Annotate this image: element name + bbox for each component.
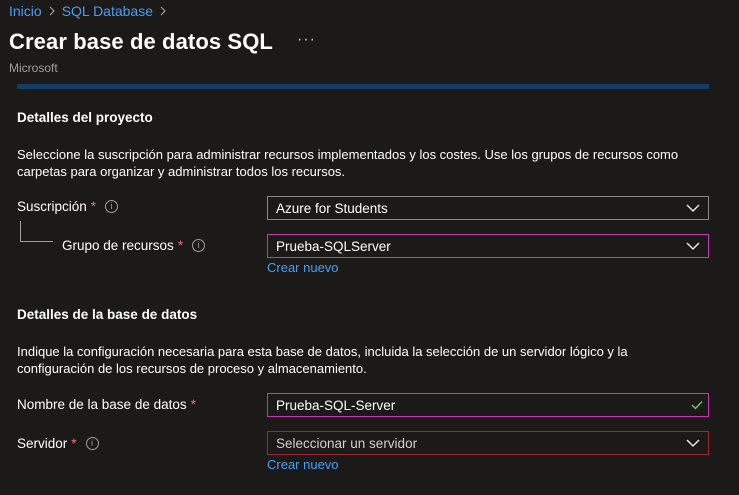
breadcrumb: Inicio SQL Database: [9, 2, 173, 20]
project-details-description: Seleccione la suscripción para administr…: [17, 147, 679, 179]
subscription-label-text: Suscripción: [17, 199, 87, 214]
database-name-label: Nombre de la base de datos *: [17, 397, 196, 412]
checkmark-icon: [691, 401, 703, 410]
database-details-heading: Detalles de la base de datos: [17, 307, 198, 322]
database-name-label-text: Nombre de la base de datos: [17, 397, 187, 412]
subscription-label: Suscripción * i: [17, 199, 119, 214]
progress-bar: [17, 84, 709, 89]
project-details-heading: Detalles del proyecto: [17, 110, 153, 125]
info-icon[interactable]: i: [85, 437, 99, 450]
database-name-input[interactable]: Prueba-SQL-Server: [267, 393, 709, 417]
database-name-input-value: Prueba-SQL-Server: [276, 397, 396, 413]
chevron-right-icon: [160, 6, 166, 16]
tree-connector-horizontal: [20, 241, 53, 242]
tree-connector-vertical: [20, 221, 21, 241]
resource-group-label: Grupo de recursos * i: [62, 238, 206, 253]
chevron-down-icon: [686, 242, 700, 250]
server-dropdown[interactable]: Seleccionar un servidor: [267, 431, 709, 455]
more-options-button[interactable]: ···: [297, 31, 316, 49]
subscription-dropdown-value: Azure for Students: [276, 200, 388, 216]
database-details-description: Indique la configuración necesaria para …: [17, 344, 628, 376]
chevron-right-icon: [49, 6, 55, 16]
create-new-resource-group-link[interactable]: Crear nuevo: [267, 260, 339, 275]
info-icon[interactable]: i: [192, 239, 206, 252]
create-new-server-link[interactable]: Crear nuevo: [267, 457, 339, 472]
chevron-down-icon: [686, 204, 700, 212]
publisher-label: Microsoft: [9, 61, 58, 75]
page-title: Crear base de datos SQL: [9, 29, 273, 54]
server-dropdown-placeholder: Seleccionar un servidor: [276, 435, 418, 451]
chevron-down-icon: [686, 439, 700, 447]
progress-bar-fill: [17, 84, 709, 89]
title-row: Crear base de datos SQL ···: [9, 29, 316, 55]
create-sql-database-page: Inicio SQL Database Crear base de datos …: [0, 0, 739, 495]
server-label: Servidor * i: [17, 436, 99, 451]
resource-group-label-text: Grupo de recursos: [62, 238, 174, 253]
server-label-text: Servidor: [17, 436, 68, 451]
resource-group-dropdown-value: Prueba-SQLServer: [276, 238, 391, 254]
required-asterisk: *: [190, 397, 196, 412]
info-icon[interactable]: i: [105, 200, 119, 213]
breadcrumb-home-link[interactable]: Inicio: [9, 3, 42, 19]
required-asterisk: *: [177, 238, 184, 253]
breadcrumb-sql-database-link[interactable]: SQL Database: [62, 3, 153, 19]
subscription-dropdown[interactable]: Azure for Students: [267, 196, 709, 220]
required-asterisk: *: [71, 436, 77, 451]
required-asterisk: *: [90, 199, 97, 214]
resource-group-dropdown[interactable]: Prueba-SQLServer: [267, 234, 709, 258]
